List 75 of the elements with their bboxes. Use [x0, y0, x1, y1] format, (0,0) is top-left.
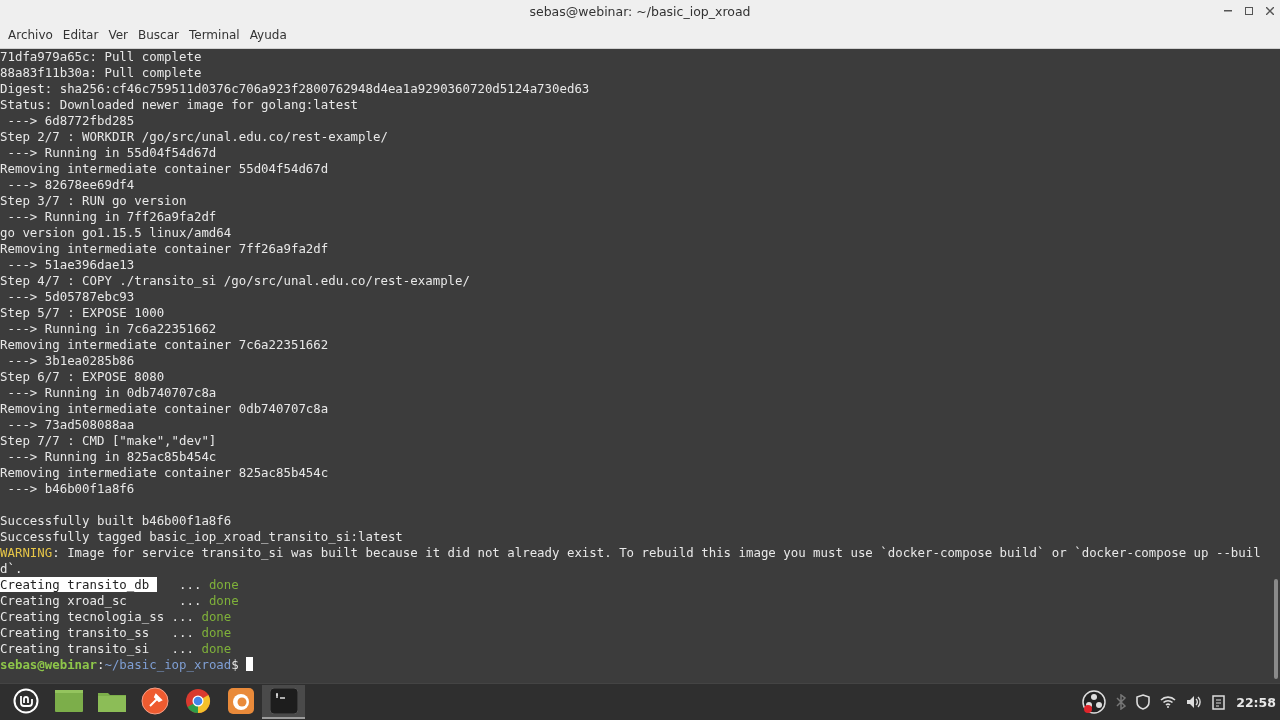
- mint-logo-icon: [12, 688, 39, 714]
- terminal-text: ---> 5d05787ebc93: [6, 289, 135, 304]
- terminal-text: Creating transito_ss ...: [0, 625, 195, 640]
- window-title: sebas@webinar: ~/basic_iop_xroad: [529, 3, 751, 19]
- terminal-text: Creating xroad_sc ...: [0, 593, 203, 608]
- terminal-text: $: [231, 657, 240, 672]
- terminal-text: ---> 3b1ea0285b86: [6, 353, 135, 368]
- prompt-text: sebas@webinar: [0, 657, 97, 672]
- terminal-text: Digest: sha256:cf46c759511d0376c706a923f2800762948d4ea1a9290360720d5124a730ed63: [0, 81, 590, 96]
- terminal-text: Removing intermediate container 0db740707c8a: [0, 401, 329, 416]
- terminal-text: d`.: [0, 561, 23, 576]
- terminal-text: Creating tecnologia_ss ...: [0, 609, 195, 624]
- selected-text: Creating transito_db: [0, 577, 157, 592]
- wifi-icon[interactable]: [1160, 696, 1177, 708]
- maximize-icon[interactable]: [1245, 7, 1253, 15]
- terminal-text: done: [208, 577, 239, 592]
- terminal-text: ---> b46b00f1a8f6: [6, 481, 135, 496]
- terminal-text: 71dfa979a65c: Pull complete: [0, 49, 202, 64]
- terminal-text: ---> 82678ee69df4: [6, 177, 135, 192]
- terminal-text: Creating transito_si ...: [0, 641, 195, 656]
- terminal-icon: [269, 688, 298, 714]
- menu-item[interactable]: Editar: [57, 28, 104, 42]
- shield-icon[interactable]: [1136, 694, 1151, 710]
- terminal-text: Removing intermediate container 7c6a22351662: [0, 337, 329, 352]
- terminal-text: Step 3/7 : RUN go version: [0, 193, 187, 208]
- prompt-text: ~/basic_iop_xroad: [104, 657, 232, 672]
- terminal-text: : Image for service transito_si was built because it did not already exist. To rebuild this image you must use `docker-compose build` or `docker-compose up --buil: [52, 545, 1261, 560]
- terminal-text: 88a83f11b30a: Pull complete: [0, 65, 202, 80]
- clock[interactable]: 22:58: [1236, 694, 1276, 710]
- browser-icon: [184, 688, 211, 714]
- terminal-text: Removing intermediate container 825ac85b454c: [0, 465, 329, 480]
- terminal-text: :: [97, 657, 105, 672]
- terminal-text: ---> 51ae396dae13: [6, 257, 135, 272]
- minimize-icon[interactable]: [1224, 10, 1232, 12]
- terminal-text: Step 5/7 : EXPOSE 1000: [0, 305, 165, 320]
- menu-item[interactable]: Buscar: [133, 28, 184, 42]
- terminal-text: Successfully tagged basic_iop_xroad_transito_si:latest: [0, 529, 403, 544]
- terminal-text: Step 7/7 : CMD ["make","dev"]: [0, 433, 217, 448]
- menu-item[interactable]: Terminal: [183, 28, 245, 42]
- taskbar-button[interactable]: [262, 685, 305, 719]
- terminal-text: ---> Running in 825ac85b454c: [6, 449, 217, 464]
- volume-icon[interactable]: [1186, 695, 1203, 709]
- terminal-text: ---> Running in 7ff26a9fa2df: [6, 209, 217, 224]
- terminal-text: Successfully built b46b00f1a8f6: [0, 513, 232, 528]
- menu-item[interactable]: Ver: [103, 28, 133, 42]
- terminal-text: ---> Running in 0db740707c8a: [6, 385, 217, 400]
- scrollbar-thumb[interactable]: [1274, 579, 1278, 679]
- rocket-icon: [140, 687, 169, 715]
- terminal-text: ...: [178, 577, 203, 592]
- terminal-text: go version go1.15.5 linux/amd64: [0, 225, 232, 240]
- terminal-text: ---> Running in 55d04f54d67d: [6, 145, 217, 160]
- terminal-text: Step 6/7 : EXPOSE 8080: [0, 369, 165, 384]
- terminal-text: done: [201, 625, 232, 640]
- text-cursor: [246, 657, 254, 671]
- terminal-text: ---> 73ad508088aa: [6, 417, 135, 432]
- folder-icon: [97, 690, 126, 712]
- terminal-text: done: [208, 593, 239, 608]
- clipboard-icon[interactable]: [1212, 694, 1227, 710]
- window-icon: [54, 690, 83, 712]
- terminal-text: Status: Downloaded newer image for golang:latest: [0, 97, 359, 112]
- terminal-text: Step 2/7 : WORKDIR /go/src/unal.edu.co/rest-example/: [0, 129, 388, 144]
- menu-item[interactable]: Archivo: [3, 28, 58, 42]
- recorder-icon[interactable]: [1082, 690, 1107, 714]
- terminal-text: Step 4/7 : COPY ./transito_si /go/src/unal.edu.co/rest-example/: [0, 273, 470, 288]
- terminal-text: Removing intermediate container 7ff26a9fa2df: [0, 241, 329, 256]
- terminal-text: done: [201, 609, 232, 624]
- bluetooth-icon[interactable]: [1116, 694, 1127, 710]
- close-icon[interactable]: [1266, 7, 1274, 15]
- menu-item[interactable]: Ayuda: [244, 28, 292, 42]
- terminal-text: ---> 6d8772fbd285: [6, 113, 135, 128]
- terminal-text: ---> Running in 7c6a22351662: [6, 321, 217, 336]
- terminal-text: Removing intermediate container 55d04f54d67d: [0, 161, 329, 176]
- terminal-text: WARNING: [0, 545, 53, 560]
- terminal-text: done: [201, 641, 232, 656]
- fox-icon: [227, 688, 254, 714]
